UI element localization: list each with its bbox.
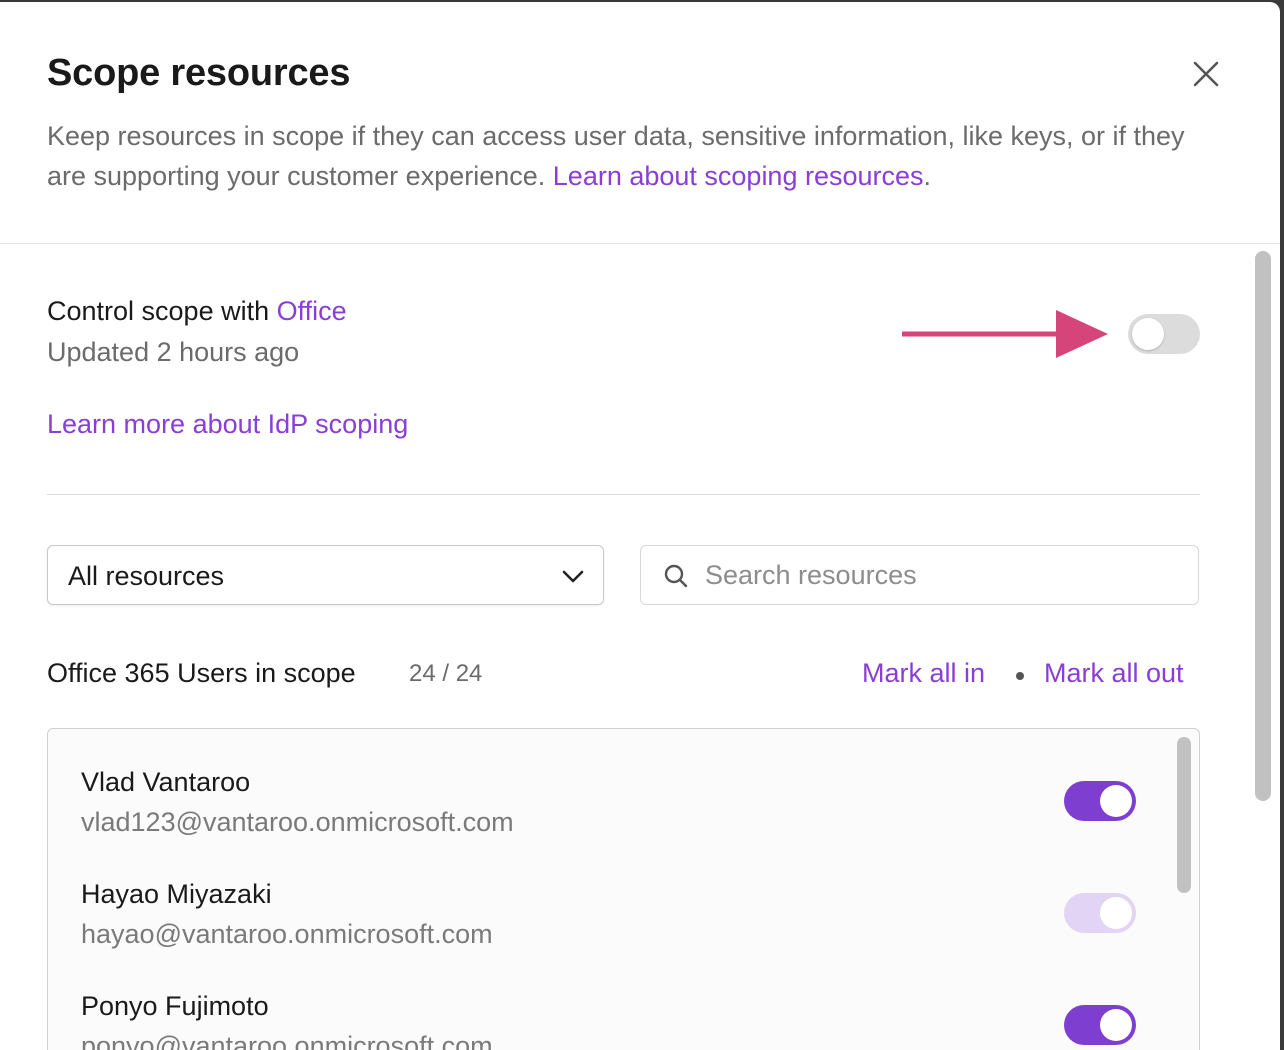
user-list: Vlad Vantaroo vlad123@vantaroo.onmicroso… [47,728,1200,1050]
section-title: Office 365 Users in scope [47,658,356,688]
search-icon [664,564,688,588]
separator-dot [1016,672,1024,680]
user-scope-toggle [1064,893,1136,933]
modal-body: Control scope with Office Updated 2 hour… [0,244,1280,1050]
resource-filter-dropdown[interactable]: All resources [47,545,604,605]
user-scope-toggle[interactable] [1064,1005,1136,1045]
toggle-knob [1100,1009,1132,1041]
chevron-down-icon [562,570,584,583]
modal-title: Scope resources [47,52,351,94]
modal-scrollbar[interactable] [1255,251,1271,801]
user-name: Ponyo Fujimoto [81,991,269,1021]
mark-all-in-button[interactable]: Mark all in [862,658,985,689]
search-input[interactable] [705,554,1175,596]
user-email: hayao@vantaroo.onmicrosoft.com [81,919,493,949]
list-item: Ponyo Fujimoto ponyo@vantaroo.onmicrosof… [48,953,1168,1050]
modal-header: Scope resources Keep resources in scope … [0,2,1280,244]
user-email: ponyo@vantaroo.onmicrosoft.com [81,1031,493,1050]
section-count: 24 / 24 [409,660,483,687]
user-email: vlad123@vantaroo.onmicrosoft.com [81,807,514,837]
modal-description: Keep resources in scope if they can acce… [47,116,1217,196]
dropdown-selected-value: All resources [68,561,225,591]
list-scrollbar[interactable] [1177,737,1191,893]
user-scope-toggle[interactable] [1064,781,1136,821]
control-scope-label: Control scope with Office [47,296,347,327]
modal-description-end: . [923,161,932,191]
arrow-right-icon [902,310,1108,358]
control-scope-text: Control scope with [47,296,270,326]
list-item: Hayao Miyazaki hayao@vantaroo.onmicrosof… [48,841,1168,953]
toggle-knob [1100,897,1132,929]
toggle-knob [1100,785,1132,817]
control-scope-toggle[interactable] [1128,314,1200,354]
user-name: Hayao Miyazaki [81,879,272,909]
updated-timestamp: Updated 2 hours ago [47,337,300,367]
close-button[interactable] [1186,54,1226,94]
user-name: Vlad Vantaroo [81,767,251,797]
learn-about-scoping-link[interactable]: Learn about scoping resources [553,161,924,191]
section-divider [47,494,1200,495]
toggle-knob [1132,318,1164,350]
close-icon [1193,61,1219,87]
provider-link[interactable]: Office [277,296,347,326]
list-item: Vlad Vantaroo vlad123@vantaroo.onmicroso… [48,729,1168,841]
mark-all-out-button[interactable]: Mark all out [1044,658,1184,689]
scope-resources-modal: Scope resources Keep resources in scope … [0,2,1280,1050]
idp-scoping-link[interactable]: Learn more about IdP scoping [47,409,408,440]
search-box [640,545,1199,605]
